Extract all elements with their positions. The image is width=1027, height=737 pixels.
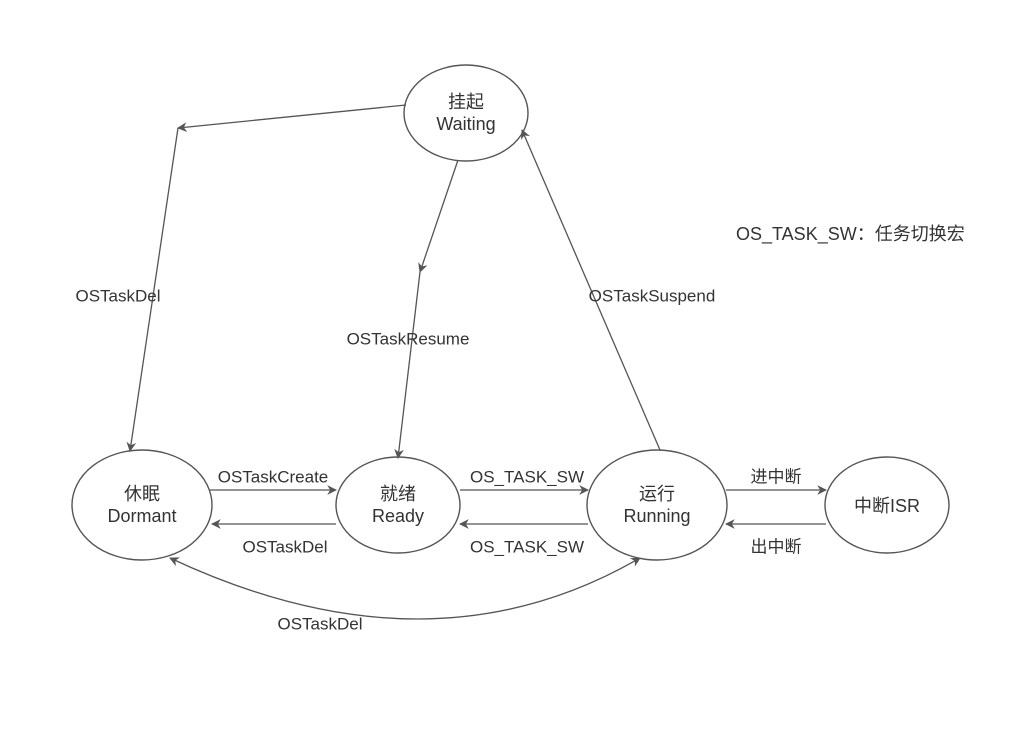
edge-running-ready-label: OS_TASK_SW — [470, 537, 584, 556]
node-dormant-en: Dormant — [107, 506, 176, 526]
node-isr-cn: 中断ISR — [854, 496, 920, 516]
state-diagram: 挂起 Waiting 休眠 Dormant 就绪 Ready 运行 Runnin… — [0, 0, 1027, 737]
diagram-note: OS_TASK_SW：任务切换宏 — [736, 224, 965, 245]
edge-dormant-ready: OSTaskCreate — [210, 467, 336, 490]
node-running-en: Running — [623, 506, 690, 526]
node-running: 运行 Running — [587, 450, 727, 560]
node-running-cn: 运行 — [639, 484, 675, 504]
node-waiting: 挂起 Waiting — [404, 65, 528, 161]
edge-ready-running-label: OS_TASK_SW — [470, 467, 584, 486]
edge-running-isr: 进中断 — [726, 467, 826, 490]
node-ready-cn: 就绪 — [380, 484, 416, 504]
node-dormant: 休眠 Dormant — [72, 450, 212, 560]
edge-running-dormant: OSTaskDel — [170, 558, 640, 633]
edge-ready-running: OS_TASK_SW — [460, 467, 588, 490]
edge-waiting-ready: OSTaskResume — [347, 160, 470, 458]
node-ready: 就绪 Ready — [336, 457, 460, 553]
edge-running-dormant-label: OSTaskDel — [277, 614, 362, 633]
edge-waiting-ready-label: OSTaskResume — [347, 329, 470, 348]
edge-running-isr-label: 进中断 — [751, 467, 802, 486]
edge-ready-dormant-label: OSTaskDel — [242, 537, 327, 556]
node-isr: 中断ISR — [825, 457, 949, 553]
edge-ready-dormant: OSTaskDel — [212, 524, 336, 556]
edge-waiting-dormant: OSTaskDel — [75, 105, 406, 451]
edge-running-ready: OS_TASK_SW — [460, 524, 588, 556]
edge-dormant-ready-label: OSTaskCreate — [218, 467, 329, 486]
node-dormant-cn: 休眠 — [124, 484, 160, 504]
edge-isr-running-label: 出中断 — [751, 537, 802, 556]
edge-running-waiting: OSTaskSuspend — [522, 130, 715, 450]
edge-running-waiting-label: OSTaskSuspend — [589, 286, 716, 305]
node-ready-en: Ready — [372, 506, 424, 526]
node-waiting-en: Waiting — [436, 114, 495, 134]
edge-isr-running: 出中断 — [726, 524, 826, 556]
node-waiting-cn: 挂起 — [448, 92, 484, 112]
edge-waiting-dormant-label: OSTaskDel — [75, 286, 160, 305]
